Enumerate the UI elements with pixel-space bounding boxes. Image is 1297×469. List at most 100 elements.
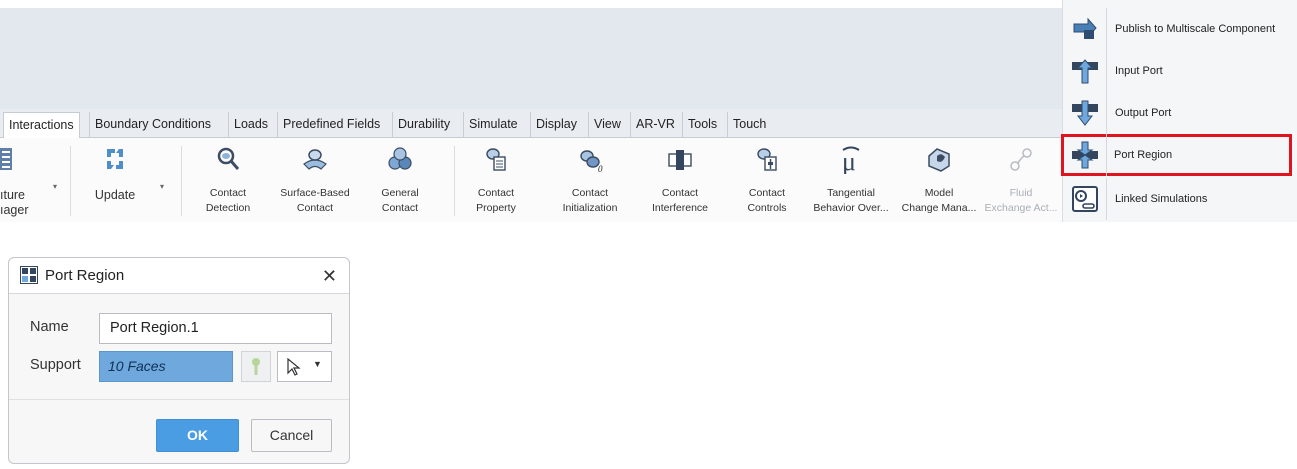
general-contact-label-1: General [381,187,419,199]
panel-divider [1106,178,1107,220]
ribbon: Interactions Boundary Conditions Loads P… [0,8,1062,222]
feature-manager-icon [0,148,12,170]
contact-detection-button[interactable]: Contact Detection [195,138,261,222]
surface-based-contact-button[interactable]: Surface-Based Contact [272,138,358,222]
input-port-label: Input Port [1115,65,1163,77]
publish-multiscale-label: Publish to Multiscale Component [1115,23,1276,35]
port-region-item[interactable]: Port Region [1061,134,1292,176]
fluid-exchange-label-2: Exchange Act... [984,202,1058,214]
name-field[interactable]: Port Region.1 [99,313,332,344]
linked-simulations-icon [1072,186,1098,212]
tab-durability[interactable]: Durability [392,112,455,138]
contact-property-button[interactable]: Contact Property [464,138,528,222]
close-icon[interactable]: ✕ [322,258,337,294]
feature-manager-dropdown-icon[interactable]: ▾ [53,182,57,191]
chevron-down-icon: ▼ [313,359,322,369]
tab-ar-vr[interactable]: AR-VR [630,112,680,138]
ribbon-tab-bar: Interactions Boundary Conditions Loads P… [0,109,1062,139]
pin-icon [252,358,260,375]
contact-detection-icon [217,147,240,170]
model-change-manager-label-1: Model [924,187,954,199]
contact-property-label-2: Property [476,202,516,214]
update-button[interactable]: Update [86,138,144,222]
application-window: Interactions Boundary Conditions Loads P… [0,0,1297,469]
general-contact-button[interactable]: General Contact [370,138,430,222]
output-port-icon [1072,100,1098,126]
panel-divider [1106,50,1107,92]
ok-button[interactable]: OK [156,419,239,452]
surface-based-contact-icon [303,149,327,170]
tab-tools[interactable]: Tools [682,112,722,138]
fluid-exchange-label-1: Fluid [1009,187,1033,199]
svg-text:0: 0 [598,164,603,174]
update-icon [107,149,123,169]
ribbon-command-bar: ıture ıager ▾ Update ▾ Contact Detection… [0,138,1062,222]
svg-text:μ: μ [842,147,856,174]
dialog-title: Port Region [45,267,125,284]
support-field[interactable]: 10 Faces [99,351,233,382]
contact-controls-button[interactable]: Contact Controls [736,138,798,222]
pin-button[interactable] [241,351,271,382]
surface-based-contact-label-2: Contact [296,202,334,214]
update-label: Update [94,188,136,202]
tab-touch[interactable]: Touch [727,112,771,138]
contact-property-icon [486,148,506,171]
contact-initialization-label-1: Contact [571,187,609,199]
tab-loads[interactable]: Loads [228,112,273,138]
port-region-dialog: Port Region ✕ Name Port Region.1 Support… [8,257,350,464]
contact-initialization-icon: 0 [580,150,603,174]
feature-manager-label-1: ıture [0,188,26,202]
publish-multiscale-icon [1073,17,1097,39]
input-port-icon [1072,59,1098,84]
selection-mode-dropdown[interactable]: ▼ [277,351,332,382]
feature-manager-button[interactable]: ıture ıager [0,138,60,222]
port-region-icon [20,266,38,284]
cancel-button[interactable]: Cancel [251,419,332,452]
tangential-behavior-button[interactable]: μ Tangential Behavior Over... [808,138,894,222]
linked-simulations-label: Linked Simulations [1115,193,1208,205]
contact-property-label-1: Contact [477,187,515,199]
tab-interactions[interactable]: Interactions [3,112,80,139]
ribbon-separator [454,146,455,216]
dialog-titlebar[interactable]: Port Region ✕ [9,258,349,294]
feature-manager-label-2: ıager [0,203,29,217]
contact-initialization-label-2: Initialization [562,202,618,214]
port-region-label: Port Region [1114,149,1173,161]
support-label: Support [30,357,81,373]
contact-detection-label-1: Contact [209,187,247,199]
fluid-exchange-button[interactable]: Fluid Exchange Act... [984,138,1058,222]
input-port-item[interactable]: Input Port [1063,50,1297,92]
tab-view[interactable]: View [588,112,626,138]
surface-based-contact-label-1: Surface-Based [280,187,350,199]
tab-display[interactable]: Display [530,112,582,138]
output-port-item[interactable]: Output Port [1063,92,1297,134]
contact-controls-label-1: Contact [748,187,786,199]
tab-boundary-conditions[interactable]: Boundary Conditions [89,112,216,138]
panel-divider [1106,8,1107,50]
tab-simulate[interactable]: Simulate [463,112,523,138]
dialog-divider [9,399,349,400]
linked-simulations-item[interactable]: Linked Simulations [1063,178,1297,220]
panel-divider [1106,92,1107,134]
port-region-icon [1072,141,1098,169]
output-port-label: Output Port [1115,107,1172,119]
name-label: Name [30,319,69,335]
publish-multiscale-component-item[interactable]: Publish to Multiscale Component [1063,8,1297,50]
contact-interference-label-2: Interference [651,202,709,214]
contact-controls-label-2: Controls [747,202,787,214]
contact-initialization-button[interactable]: 0 Contact Initialization [550,138,630,222]
contact-interference-button[interactable]: Contact Interference [640,138,720,222]
ribbon-separator [181,146,182,216]
model-change-manager-button[interactable]: Model Change Mana... [896,138,982,222]
tangential-behavior-label-1: Tangential [827,187,875,199]
contact-detection-label-2: Detection [205,202,251,214]
tab-predefined-fields[interactable]: Predefined Fields [277,112,385,138]
cursor-arrow-icon [287,358,301,376]
model-change-manager-icon [928,148,950,172]
update-dropdown-icon[interactable]: ▾ [160,182,164,191]
multiscale-command-panel: Publish to Multiscale Component Input Po… [1061,0,1297,222]
model-change-manager-label-2: Change Mana... [901,202,977,214]
tangential-behavior-icon: μ [842,146,860,174]
ribbon-separator [70,146,71,216]
fluid-exchange-icon [1010,148,1032,171]
